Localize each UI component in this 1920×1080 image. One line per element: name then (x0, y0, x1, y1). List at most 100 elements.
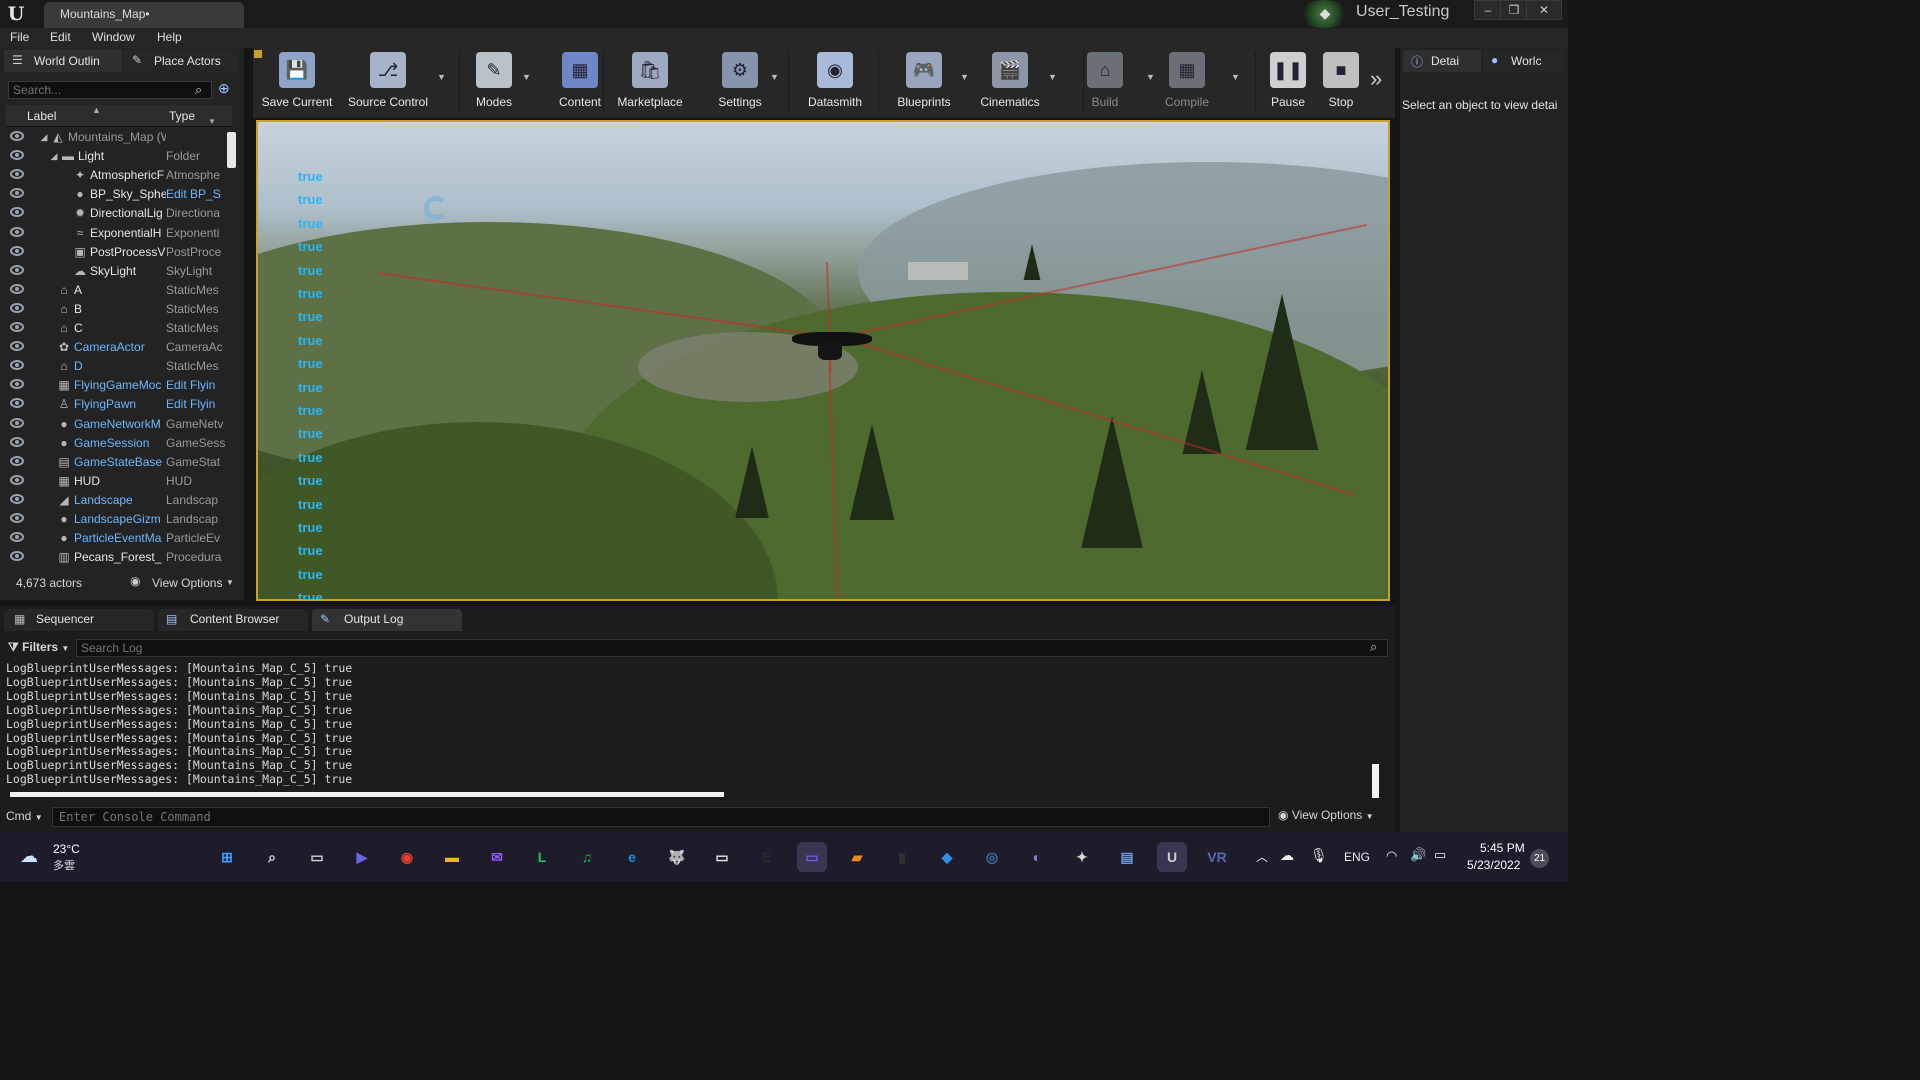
tab-content-browser[interactable]: ▤ Content Browser (158, 609, 308, 631)
oculus-icon[interactable]: ▭ (707, 842, 737, 872)
outliner-row[interactable]: ⌂ B StaticMes (6, 300, 232, 319)
toolbar-overflow-icon[interactable]: » (1370, 66, 1382, 92)
edge-icon[interactable]: e (617, 842, 647, 872)
outliner-row[interactable]: ✹ DirectionalLig Directiona (6, 204, 232, 223)
outliner-search-input[interactable] (8, 81, 212, 99)
visibility-eye-icon[interactable] (10, 493, 24, 504)
console-command-input[interactable] (52, 807, 1270, 827)
outliner-row[interactable]: ● LandscapeGizm Landscap (6, 510, 232, 529)
wifi-icon[interactable]: ◠ (1386, 848, 1397, 864)
outliner-row[interactable]: ◢ Landscape Landscap (6, 491, 232, 510)
menu-file[interactable]: File (10, 30, 29, 44)
tab-world-outliner[interactable]: ☰ World Outlin (4, 50, 122, 72)
log-vertical-scrollbar[interactable] (1372, 764, 1379, 798)
menu-help[interactable]: Help (157, 30, 182, 44)
onedrive-icon[interactable]: ☁ (1280, 847, 1294, 864)
outliner-row[interactable]: ▥ Pecans_Forest_ Procedura (6, 548, 232, 567)
battery-icon[interactable]: ▭ (1434, 847, 1446, 863)
level-viewport[interactable]: true true true true true true true true true true… (256, 120, 1390, 601)
visibility-eye-icon[interactable] (10, 322, 24, 332)
clock-date[interactable]: 5/23/2022 (1467, 858, 1520, 872)
tab-sequencer[interactable]: ▦ Sequencer (4, 609, 154, 631)
compile-button[interactable]: ▦ Compile (1137, 52, 1237, 114)
outliner-row-type[interactable]: Edit BP_S (166, 187, 232, 201)
outliner-scrollbar[interactable] (227, 132, 236, 168)
log-search-input[interactable] (76, 639, 1388, 657)
outliner-row[interactable]: ⌂ C StaticMes (6, 319, 232, 338)
outliner-row[interactable]: ▦ FlyingGameMoc Edit Flyin (6, 376, 232, 395)
close-button[interactable]: ✕ (1526, 0, 1562, 20)
toolbar-dropdown-arrow-icon[interactable]: ▼ (1146, 72, 1155, 82)
visibility-eye-icon[interactable] (10, 207, 24, 218)
line-icon[interactable]: L (527, 842, 557, 872)
visibility-eye-icon[interactable] (10, 360, 24, 371)
visibility-eye-icon[interactable] (10, 417, 24, 428)
weather-cloud-icon[interactable]: ☁ (20, 846, 38, 867)
visibility-eye-icon[interactable] (10, 283, 24, 294)
start-icon[interactable]: ⊞ (212, 842, 242, 872)
outliner-row[interactable]: ● GameSession GameSess (6, 434, 232, 453)
visibility-eye-icon[interactable] (10, 398, 24, 409)
steam-icon[interactable]: ◎ (977, 842, 1007, 872)
outliner-row[interactable]: ✿ CameraActor CameraAc (6, 338, 232, 357)
epic-games-icon[interactable]: E (752, 842, 782, 872)
files-icon[interactable]: ▬ (437, 842, 467, 872)
log-view-options-button[interactable]: ◉ View Options ▼ (1278, 808, 1374, 822)
add-filter-icon[interactable]: ⊕ (218, 80, 230, 97)
chrome-icon[interactable]: ◉ (392, 842, 422, 872)
toolbar-dropdown-arrow-icon[interactable]: ▼ (770, 72, 779, 82)
blueprints-button[interactable]: 🎮 Blueprints (874, 52, 974, 114)
visibility-eye-icon[interactable] (10, 551, 24, 562)
outliner-row[interactable]: ✦ AtmosphericF Atmosphe (6, 166, 232, 185)
outliner-row[interactable]: ⌂ D StaticMes (6, 357, 232, 376)
unreal-icon[interactable]: U (1157, 842, 1187, 872)
toolbar-dropdown-arrow-icon[interactable]: ▼ (960, 72, 969, 82)
outliner-row[interactable]: ▦ HUD HUD (6, 472, 232, 491)
output-log[interactable]: LogBlueprintUserMessages: [Mountains_Map… (6, 662, 1378, 790)
visibility-eye-icon[interactable] (10, 245, 24, 256)
app-wolf-icon[interactable]: 🐺 (662, 842, 692, 872)
outliner-row[interactable]: ☁ SkyLight SkyLight (6, 262, 232, 281)
game-app-icon[interactable]: ✦ (1067, 842, 1097, 872)
visibility-eye-icon[interactable] (10, 188, 24, 199)
cmd-selector[interactable]: Cmd ▼ (6, 809, 43, 823)
search-icon[interactable]: ⌕ (257, 842, 287, 872)
tab-details[interactable]: ⓘ Detai (1403, 50, 1481, 72)
outliner-row[interactable]: ● BP_Sky_Sphe Edit BP_S (6, 185, 232, 204)
visibility-eye-icon[interactable] (10, 474, 24, 485)
settings-button[interactable]: ⚙ Settings (690, 52, 790, 114)
visibility-eye-icon[interactable] (10, 131, 24, 141)
outliner-row[interactable]: ≈ ExponentialH Exponenti (6, 224, 232, 243)
menu-window[interactable]: Window (92, 30, 135, 44)
visibility-eye-icon[interactable] (10, 226, 24, 237)
sort-icon[interactable]: ▲ (92, 105, 101, 115)
visibility-eye-icon[interactable] (10, 513, 24, 523)
outliner-row[interactable]: ● ParticleEventMa ParticleEv (6, 529, 232, 548)
visibility-eye-icon[interactable] (10, 436, 24, 447)
column-label[interactable]: Label (27, 109, 56, 123)
toolbar-dropdown-arrow-icon[interactable]: ▼ (437, 72, 446, 82)
project-icon[interactable]: ◆ (1316, 5, 1334, 23)
filters-button[interactable]: ⧩ Filters ▼ (8, 640, 69, 655)
task-view-icon[interactable]: ▭ (302, 842, 332, 872)
github-icon[interactable]: ◐ (1022, 842, 1052, 872)
terminal-icon[interactable]: ▮ (887, 842, 917, 872)
language-indicator[interactable]: ENG (1344, 850, 1370, 864)
visibility-eye-icon[interactable] (10, 302, 24, 313)
messenger-icon[interactable]: ✉ (482, 842, 512, 872)
clock-time[interactable]: 5:45 PM (1480, 841, 1525, 855)
tray-chevron-icon[interactable]: ︿ (1256, 848, 1268, 865)
notification-badge[interactable]: 21 (1530, 849, 1549, 868)
tab-place-actors[interactable]: ✎ Place Actors (124, 50, 238, 72)
log-horizontal-scrollbar[interactable] (10, 792, 724, 797)
vr-app-icon[interactable]: VR (1202, 842, 1232, 872)
save-current-button[interactable]: 💾 Save Current (247, 52, 347, 114)
outliner-row[interactable]: ♙ FlyingPawn Edit Flyin (6, 395, 232, 414)
tab-world-settings[interactable]: ● Worlc (1483, 50, 1563, 72)
visibility-eye-icon[interactable] (10, 341, 24, 352)
visibility-eye-icon[interactable] (10, 532, 24, 543)
spotify-icon[interactable]: ♫ (572, 842, 602, 872)
document-tab[interactable]: Mountains_Map• (44, 2, 244, 28)
outliner-row-type[interactable]: Edit Flyin (166, 378, 232, 392)
toolbar-dropdown-arrow-icon[interactable]: ▼ (1048, 72, 1057, 82)
